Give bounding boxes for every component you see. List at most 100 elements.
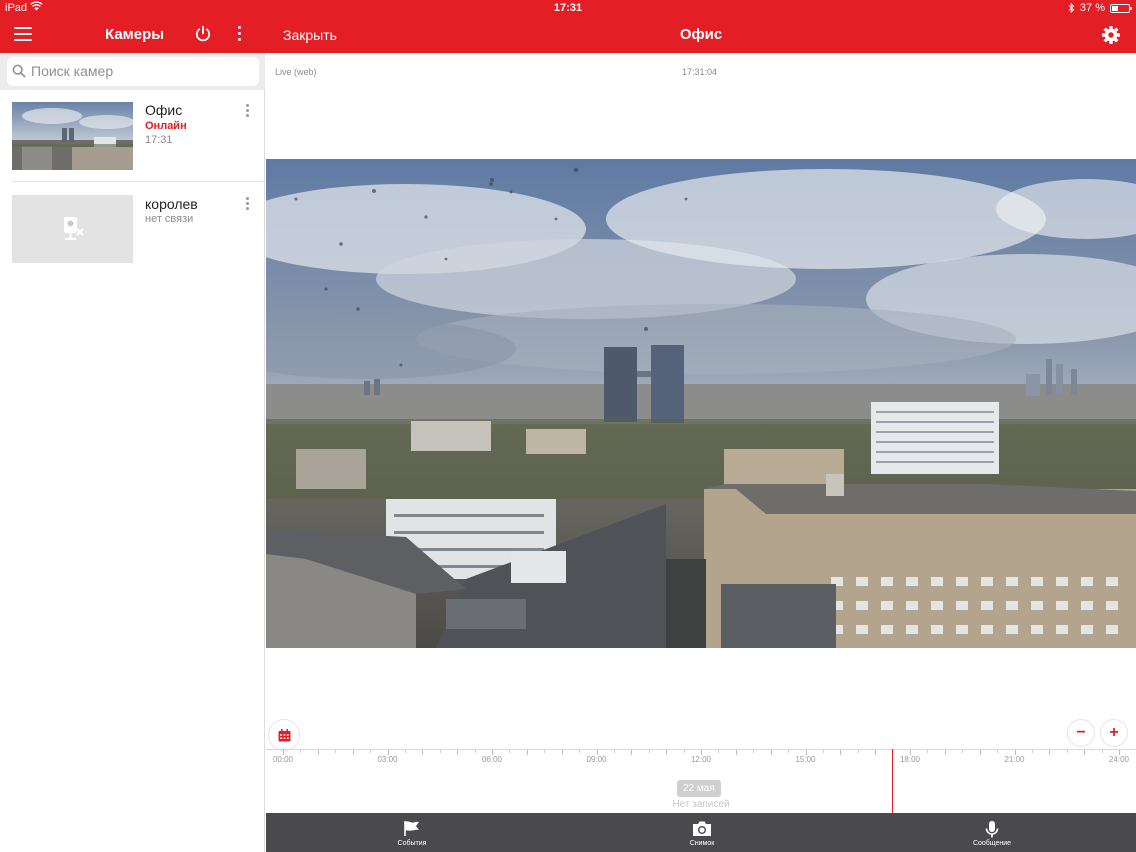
search-icon bbox=[12, 64, 26, 78]
timeline-tick bbox=[1066, 750, 1068, 753]
more-options-icon[interactable] bbox=[232, 26, 246, 44]
search-bar bbox=[0, 53, 265, 90]
timeline-playhead[interactable] bbox=[892, 749, 893, 813]
timeline-tick bbox=[631, 750, 633, 755]
no-records-label: Нет записей bbox=[672, 799, 730, 810]
status-bar: iPad 17:31 37 % bbox=[0, 0, 1136, 17]
timeline-tick bbox=[300, 750, 302, 753]
timeline-tick bbox=[927, 750, 929, 753]
camera-list-item[interactable]: Офис Онлайн 17:31 bbox=[0, 93, 265, 183]
menu-icon[interactable] bbox=[14, 27, 32, 41]
status-right: 37 % bbox=[1068, 2, 1132, 14]
timeline-tick bbox=[474, 750, 476, 753]
divider bbox=[12, 181, 265, 182]
timeline-tick bbox=[770, 750, 772, 755]
timeline-tick bbox=[404, 750, 406, 753]
message-button[interactable]: Сообщение bbox=[932, 813, 1052, 852]
timeline-tick bbox=[457, 750, 459, 755]
timeline-tick bbox=[544, 750, 546, 753]
camera-more-icon[interactable] bbox=[242, 104, 252, 122]
timeline-tick bbox=[370, 750, 372, 753]
timeline-tick bbox=[979, 750, 981, 755]
gear-icon[interactable] bbox=[1101, 25, 1121, 45]
events-button[interactable]: События bbox=[352, 813, 472, 852]
search-box[interactable] bbox=[7, 57, 259, 86]
timeline-tick bbox=[944, 750, 946, 755]
snapshot-button[interactable]: Снимок bbox=[642, 813, 762, 852]
timeline-tick bbox=[579, 750, 581, 753]
timeline-hour-label: 18:00 bbox=[899, 755, 921, 764]
timeline-tick bbox=[1031, 750, 1033, 753]
camera-offline-icon bbox=[64, 217, 84, 240]
timeline-hour-label: 15:00 bbox=[795, 755, 816, 764]
camera-viewer: Live (web) 17:31:04 − + 00:00 03:00 06:0… bbox=[266, 53, 1136, 852]
timeline-tick bbox=[439, 750, 441, 753]
timeline-hour-label: 24:00 bbox=[1108, 755, 1130, 764]
timeline-tick bbox=[352, 750, 354, 755]
timeline-tick bbox=[718, 750, 720, 753]
timeline-tick bbox=[1049, 750, 1051, 755]
timeline-tick bbox=[666, 750, 668, 755]
timeline-hour-label: 21:00 bbox=[1004, 755, 1025, 764]
timeline-tick bbox=[875, 750, 877, 755]
calendar-button[interactable] bbox=[268, 719, 300, 751]
timeline-tick bbox=[857, 750, 859, 753]
battery-icon bbox=[1110, 3, 1132, 13]
timeline-hour-label: 09:00 bbox=[586, 755, 607, 764]
timeline-tick bbox=[962, 750, 964, 753]
timeline-tick bbox=[509, 750, 511, 753]
camera-more-icon[interactable] bbox=[242, 197, 252, 215]
timeline-date-badge[interactable]: 22 мая bbox=[677, 780, 721, 797]
flag-icon bbox=[404, 821, 419, 836]
live-video[interactable] bbox=[266, 159, 1136, 648]
timeline-tick bbox=[526, 750, 528, 755]
camera-name: Офис bbox=[145, 102, 183, 118]
timeline-tick bbox=[840, 750, 842, 755]
camera-sidebar: Офис Онлайн 17:31 королев нет связи bbox=[0, 53, 265, 852]
timeline-hour-label: 03:00 bbox=[377, 755, 398, 764]
timeline-tick bbox=[317, 750, 319, 755]
timeline-tick bbox=[422, 750, 424, 755]
microphone-icon bbox=[985, 821, 999, 838]
camera-title: Офис bbox=[679, 26, 723, 43]
app-window: iPad 17:31 37 % Камеры Закрыть Офис Поис… bbox=[0, 0, 1136, 852]
snapshot-label: Снимок bbox=[689, 840, 715, 847]
bottom-action-bar: События Снимок Сообщение bbox=[266, 813, 1136, 852]
zoom-out-button[interactable]: − bbox=[1067, 719, 1095, 747]
timeline-tick bbox=[561, 750, 563, 755]
events-label: События bbox=[397, 840, 427, 847]
timeline-tick bbox=[997, 750, 999, 753]
timeline-tick bbox=[788, 750, 790, 753]
message-label: Сообщение bbox=[972, 840, 1012, 847]
camera-last-seen: 17:31 bbox=[145, 134, 173, 146]
sidebar-title: Камеры bbox=[105, 26, 165, 43]
timeline-tick bbox=[683, 750, 685, 753]
timeline-tick bbox=[822, 750, 824, 753]
bluetooth-icon bbox=[1068, 3, 1075, 13]
timeline-tick bbox=[613, 750, 615, 753]
timeline-tick bbox=[1084, 750, 1086, 755]
camera-icon bbox=[693, 821, 711, 836]
power-icon[interactable] bbox=[194, 25, 212, 43]
live-timestamp: 17:31:04 bbox=[682, 67, 718, 77]
timeline-tick bbox=[735, 750, 737, 755]
timeline-tick bbox=[648, 750, 650, 753]
camera-name: королев bbox=[145, 196, 198, 212]
camera-status: нет связи bbox=[145, 213, 194, 225]
camera-thumbnail bbox=[12, 102, 133, 170]
timeline-hour-label: 12:00 bbox=[690, 755, 712, 764]
timeline-tick bbox=[335, 750, 337, 753]
search-input[interactable] bbox=[31, 60, 251, 82]
timeline-hour-label: 06:00 bbox=[481, 755, 503, 764]
camera-thumbnail-offline bbox=[12, 195, 133, 263]
timeline-tick bbox=[753, 750, 755, 753]
battery-percent: 37 % bbox=[1079, 2, 1105, 14]
camera-status: Онлайн bbox=[145, 120, 187, 132]
timeline-hour-label: 00:00 bbox=[272, 755, 294, 764]
live-mode-label: Live (web) bbox=[275, 67, 317, 77]
status-time: 17:31 bbox=[553, 2, 583, 14]
camera-list-item[interactable]: королев нет связи bbox=[0, 186, 265, 276]
zoom-in-button[interactable]: + bbox=[1100, 719, 1128, 747]
timeline-tick bbox=[1101, 750, 1103, 753]
calendar-icon bbox=[278, 729, 291, 742]
